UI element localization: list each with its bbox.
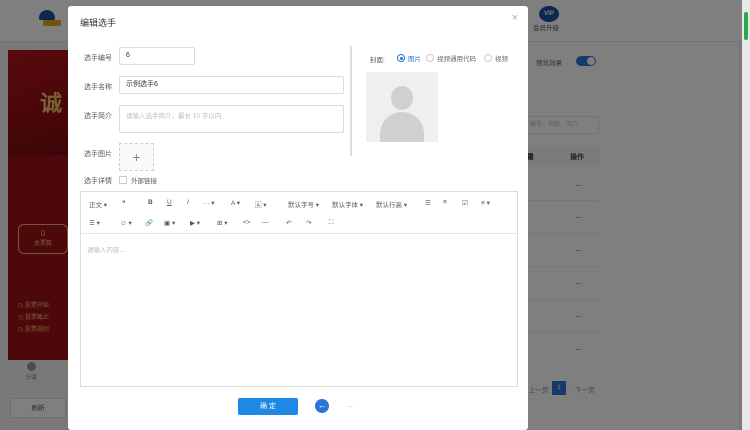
todo-list-icon[interactable]: ☑ [462,199,468,207]
redo-icon[interactable]: ↷ [306,219,311,227]
image-dropdown[interactable]: ▣ ▾ [164,219,175,227]
background-color-dropdown[interactable]: 🄰 ▾ [255,199,267,209]
number-label: 选手编号 [84,55,112,62]
image-upload-button[interactable]: + [119,143,154,171]
external-link-label[interactable]: 外部链接 [131,175,157,185]
table-dropdown[interactable]: ⊞ ▾ [217,219,228,227]
cover-radio-video-code[interactable] [426,54,434,62]
font-size-dropdown[interactable]: 默认字号 ▾ [288,199,319,209]
image-label: 选手图片 [84,151,112,158]
form-divider[interactable] [350,46,352,156]
number-field[interactable]: 6 [119,47,195,65]
close-icon[interactable]: × [512,12,518,24]
font-family-dropdown[interactable]: 默认字体 ▾ [332,199,363,209]
fullscreen-icon[interactable]: ⛶ [329,219,334,227]
italic-icon[interactable]: I [187,199,189,206]
page-scrollbar[interactable] [742,0,750,430]
line-height-dropdown[interactable]: 默认行高 ▾ [376,199,407,209]
undo-icon[interactable]: ↶ [286,219,291,227]
align-dropdown[interactable]: ≡ ▾ [481,199,490,207]
rich-text-editor: 正文 ▾ ❝ B U I ··· ▾ A ▾ 🄰 ▾ 默认字号 ▾ 默认字体 ▾… [80,191,518,387]
avatar-head-icon [391,86,413,110]
arrow-right-icon[interactable]: → [343,399,357,413]
cover-option-video-code[interactable]: 视频通用代码 [437,53,476,63]
indent-dropdown[interactable]: ☰ ▾ [89,219,100,227]
underline-icon[interactable]: U [167,199,172,206]
blockquote-icon[interactable]: ❝ [122,199,126,207]
confirm-button[interactable]: 确 定 [238,398,298,415]
cover-radio-image[interactable] [397,54,405,62]
dialog-title: 编辑选手 [80,18,117,28]
emoji-dropdown[interactable]: ☺ ▾ [120,219,132,227]
bullet-list-icon[interactable]: ☰ [425,199,431,207]
name-label: 选手名称 [84,84,112,91]
detail-label: 选手详情 [84,178,112,185]
more-format-dropdown[interactable]: ··· ▾ [203,199,215,207]
bold-icon[interactable]: B [148,199,153,206]
intro-label: 选手简介 [84,113,112,120]
name-field[interactable]: 示例选手6 [119,76,344,94]
cover-option-video[interactable]: 视频 [495,53,508,63]
link-icon[interactable]: 🔗 [145,219,153,227]
editor-toolbar: 正文 ▾ ❝ B U I ··· ▾ A ▾ 🄰 ▾ 默认字号 ▾ 默认字体 ▾… [81,192,517,234]
font-color-dropdown[interactable]: A ▾ [231,199,240,207]
cover-option-image[interactable]: 图片 [408,53,421,63]
external-link-checkbox[interactable] [119,176,127,184]
edit-contestant-dialog: 编辑选手 × 选手编号 6 选手名称 示例选手6 选手简介 请输入选手简介，最长… [68,6,528,430]
cover-image-placeholder[interactable] [366,72,438,142]
cover-label: 封面: [370,57,385,64]
paragraph-style-dropdown[interactable]: 正文 ▾ [89,199,107,209]
intro-textarea[interactable]: 请输入选手简介，最长 10 字以内 [119,105,344,133]
numbered-list-icon[interactable]: ≡ [443,199,447,206]
scrollbar-thumb[interactable] [744,12,748,40]
editor-content[interactable]: 请输入内容... [87,244,125,254]
divider-icon[interactable]: — [262,219,269,226]
cover-radio-video[interactable] [484,54,492,62]
avatar-body-icon [380,112,424,142]
arrow-left-icon[interactable]: ← [315,399,329,413]
video-dropdown[interactable]: ▶ ▾ [190,219,200,227]
code-icon[interactable]: <> [243,219,251,226]
